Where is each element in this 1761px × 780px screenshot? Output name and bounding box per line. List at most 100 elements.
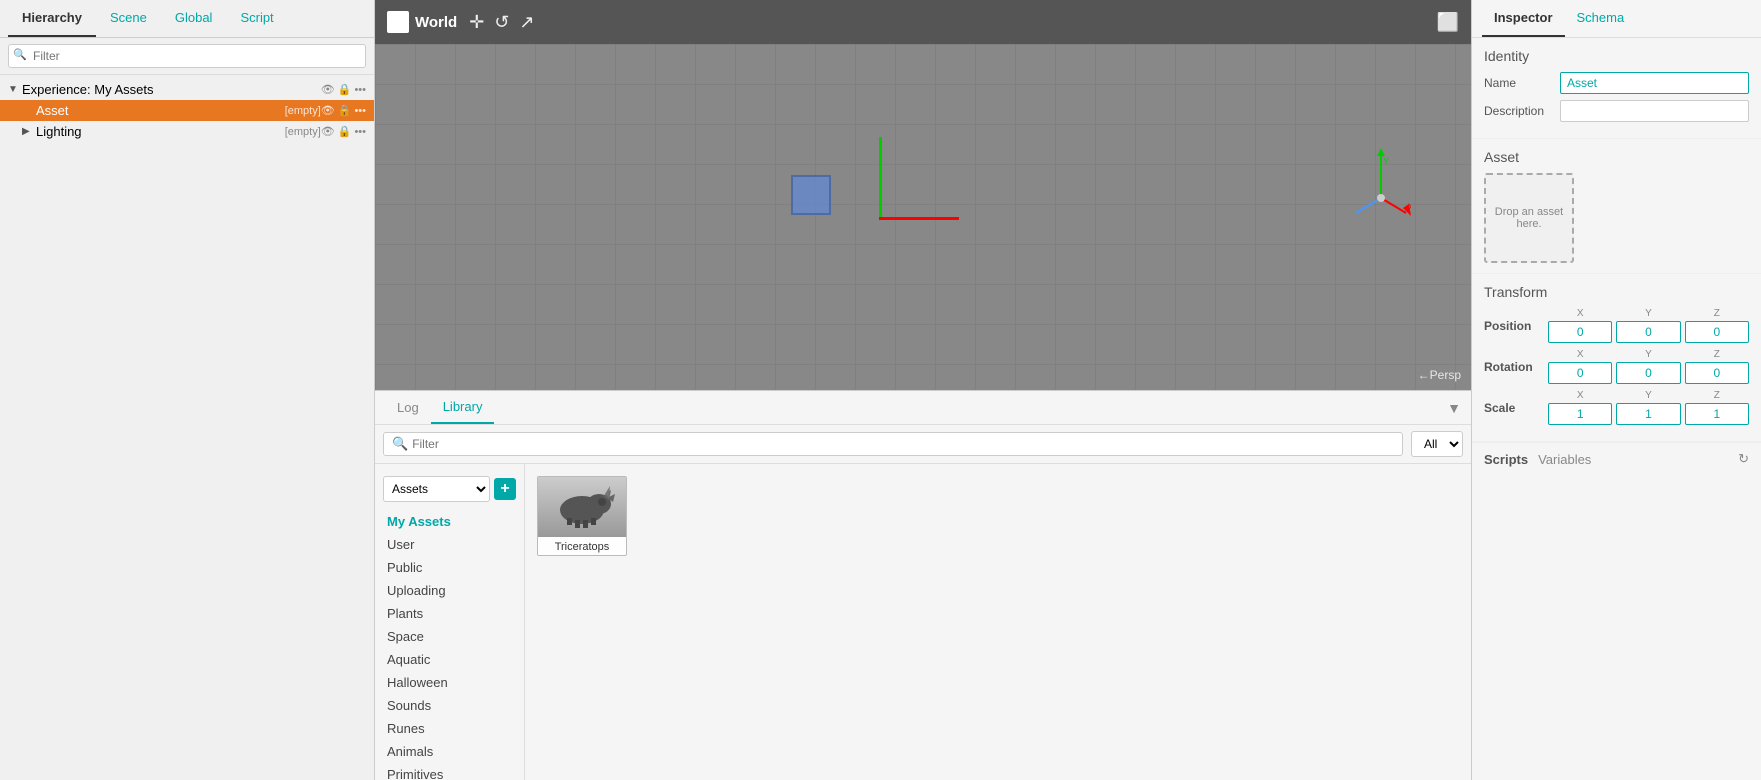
nav-primitives[interactable]: Primitives — [375, 763, 524, 780]
description-field-row: Description — [1484, 100, 1749, 122]
lock-icon[interactable]: 🔒 — [338, 83, 352, 96]
rotation-z-input[interactable] — [1685, 362, 1749, 384]
scale-z-label: Z — [1714, 390, 1720, 401]
persp-label: ←Persp — [1418, 368, 1461, 382]
nav-aquatic[interactable]: Aquatic — [375, 648, 524, 671]
lighting-label: Lighting — [36, 124, 281, 139]
asset-icons: 👁 🔒 ••• — [321, 104, 366, 117]
tree-experience[interactable]: ▼ Experience: My Assets 👁 🔒 ••• — [0, 79, 374, 100]
position-x-label: X — [1577, 308, 1584, 319]
move-tool-icon[interactable]: ✛ — [469, 12, 484, 33]
nav-runes[interactable]: Runes — [375, 717, 524, 740]
search-icon-wrap — [8, 44, 366, 68]
add-asset-button[interactable]: + — [494, 478, 516, 500]
nav-animals[interactable]: Animals — [375, 740, 524, 763]
world-icon — [387, 11, 409, 33]
lighting-more-icon[interactable]: ••• — [354, 126, 366, 138]
tab-log[interactable]: Log — [385, 392, 431, 423]
tab-global[interactable]: Global — [161, 0, 227, 37]
experience-icons: 👁 🔒 ••• — [321, 83, 366, 96]
lighting-arrow: ▶ — [22, 126, 36, 137]
tab-schema[interactable]: Schema — [1565, 0, 1637, 37]
asset-more-icon[interactable]: ••• — [354, 105, 366, 117]
scale-x-input[interactable] — [1548, 403, 1612, 425]
scripts-label: Scripts — [1484, 452, 1528, 467]
lighting-icons: 👁 🔒 ••• — [321, 125, 366, 138]
nav-uploading[interactable]: Uploading — [375, 579, 524, 602]
scale-z-input[interactable] — [1685, 403, 1749, 425]
assets-category-select[interactable]: Assets — [383, 476, 490, 502]
rotation-axes: X Y Z — [1548, 349, 1749, 384]
nav-space[interactable]: Space — [375, 625, 524, 648]
description-input[interactable] — [1560, 100, 1749, 122]
expand-arrow: ▼ — [8, 84, 22, 95]
scale-row: Scale X Y Z — [1484, 390, 1749, 425]
tab-scene[interactable]: Scene — [96, 0, 161, 37]
tree-lighting[interactable]: ▶ Lighting [empty] 👁 🔒 ••• — [0, 121, 374, 142]
variables-label: Variables — [1538, 452, 1591, 467]
nav-user[interactable]: User — [375, 533, 524, 556]
position-y-input[interactable] — [1616, 321, 1680, 343]
scale-label: Scale — [1484, 401, 1544, 415]
asset-drop-zone[interactable]: Drop an asset here. — [1484, 173, 1574, 263]
scale-y-input[interactable] — [1616, 403, 1680, 425]
viewport-canvas[interactable]: Y X ←Persp — [375, 44, 1471, 390]
assets-search-icon: 🔍 — [392, 436, 408, 452]
library-main: Triceratops — [525, 464, 1471, 780]
nav-plants[interactable]: Plants — [375, 602, 524, 625]
rotation-z-label: Z — [1714, 349, 1720, 360]
rotation-x-input[interactable] — [1548, 362, 1612, 384]
bottom-tabs: Log Library ▼ — [375, 391, 1471, 425]
filter-input[interactable] — [8, 44, 366, 68]
rotation-label: Rotation — [1484, 360, 1544, 374]
scale-x-label: X — [1577, 390, 1584, 401]
position-z-input[interactable] — [1685, 321, 1749, 343]
scale-y-col: Y — [1616, 390, 1680, 425]
asset-triceratops[interactable]: Triceratops — [537, 476, 627, 556]
nav-sounds[interactable]: Sounds — [375, 694, 524, 717]
position-y-col: Y — [1616, 308, 1680, 343]
rotation-y-label: Y — [1645, 349, 1652, 360]
main-area: World ✛ ↺ ↗ ⬜ Y X — [375, 0, 1471, 780]
scale-x-col: X — [1548, 390, 1612, 425]
assets-search-input[interactable] — [412, 437, 1394, 451]
asset-eye-icon[interactable]: 👁 — [321, 104, 335, 117]
refresh-icon[interactable]: ↻ — [1738, 451, 1749, 467]
tab-library[interactable]: Library — [431, 391, 495, 424]
nav-my-assets[interactable]: My Assets — [375, 510, 524, 533]
rotate-tool-icon[interactable]: ↺ — [494, 12, 509, 33]
expand-bottom-icon[interactable]: ▼ — [1447, 400, 1461, 416]
position-z-col: Z — [1685, 308, 1749, 343]
viewport-header: World ✛ ↺ ↗ ⬜ — [375, 0, 1471, 44]
tab-hierarchy[interactable]: Hierarchy — [8, 0, 96, 37]
scale-tool-icon[interactable]: ↗ — [519, 12, 534, 33]
rotation-x-col: X — [1548, 349, 1612, 384]
eye-icon[interactable]: 👁 — [321, 83, 335, 96]
right-tabs: Inspector Schema — [1472, 0, 1761, 38]
asset-lock-icon[interactable]: 🔒 — [338, 104, 352, 117]
right-panel: Inspector Schema Identity Name Descripti… — [1471, 0, 1761, 780]
name-input[interactable] — [1560, 72, 1749, 94]
lighting-badge: [empty] — [285, 126, 321, 138]
triceratops-label: Triceratops — [538, 537, 626, 556]
position-y-label: Y — [1645, 308, 1652, 319]
description-label: Description — [1484, 104, 1554, 118]
nav-halloween[interactable]: Halloween — [375, 671, 524, 694]
assets-filter-select[interactable]: All — [1411, 431, 1463, 457]
svg-text:X: X — [1408, 202, 1411, 212]
lighting-eye-icon[interactable]: 👁 — [321, 125, 335, 138]
rotation-y-input[interactable] — [1616, 362, 1680, 384]
name-field-row: Name — [1484, 72, 1749, 94]
transform-title: Transform — [1484, 284, 1749, 300]
gizmo-axis-y — [879, 137, 882, 217]
more-icon[interactable]: ••• — [354, 84, 366, 96]
tree-asset[interactable]: Asset [empty] 👁 🔒 ••• — [0, 100, 374, 121]
tab-script[interactable]: Script — [226, 0, 287, 37]
lighting-lock-icon[interactable]: 🔒 — [338, 125, 352, 138]
nav-public[interactable]: Public — [375, 556, 524, 579]
tab-inspector[interactable]: Inspector — [1482, 0, 1565, 37]
fullscreen-icon[interactable]: ⬜ — [1437, 12, 1459, 33]
position-x-input[interactable] — [1548, 321, 1612, 343]
world-title: World — [387, 11, 457, 33]
assets-dropdown: Assets + — [375, 472, 524, 510]
